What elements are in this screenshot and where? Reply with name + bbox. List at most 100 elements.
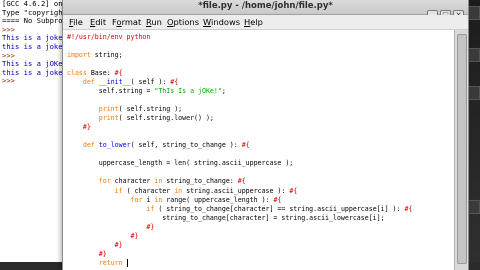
code-token: return [98, 258, 123, 267]
code-token: self.string = [67, 87, 155, 96]
code-token: #{ [241, 141, 250, 150]
menu-run-label: un [151, 17, 162, 27]
code-token: #} [82, 123, 91, 132]
shell-output: [GCC 4.6.2] on Type "copyrigh ==== No Subp… [2, 0, 67, 86]
menu-format-label: rmat [121, 17, 142, 27]
code-token: uppercase_length = len( string.ascii_upp… [67, 159, 294, 168]
menu-file[interactable]: File [69, 17, 83, 27]
code-token: import [67, 51, 91, 60]
shell-line: >>> [2, 76, 20, 86]
menu-format[interactable]: Format [112, 17, 141, 27]
code-token: i [142, 195, 155, 204]
code-token: __init__ [98, 78, 131, 87]
code-token: #!/usr/bin/env python [67, 33, 151, 41]
code-line: import string; [67, 51, 123, 60]
code-line: uppercase_length = len( string.ascii_upp… [67, 159, 294, 168]
menu-windows-label: indows [211, 17, 241, 27]
code-token: class [67, 69, 87, 78]
code-line: #} [67, 123, 91, 132]
menu-windows[interactable]: Windows [203, 17, 240, 27]
code-token: string_to_change[character] = string.asc… [67, 213, 385, 222]
code-line: def __init__( self ): #{ [67, 78, 178, 87]
code-line: print( self.string.lower() ); [67, 114, 214, 123]
code-token: def [82, 141, 95, 150]
code-token: #{ [289, 186, 298, 195]
code-token: #{ [114, 69, 123, 78]
menu-file-label: ile [73, 17, 83, 27]
scrollbar-thumb[interactable] [457, 34, 467, 264]
menu-run[interactable]: Run [146, 17, 162, 27]
code-token: character [110, 177, 155, 186]
code-token: #{ [273, 195, 282, 204]
code-token: ( self.string ); [118, 105, 183, 114]
code-token: print [98, 114, 119, 123]
code-token: in [174, 186, 183, 195]
code-token: for [98, 177, 111, 186]
code-token: range( uppercase_length ): [162, 195, 274, 204]
code-token: #{ [404, 204, 413, 213]
idle-editor-window[interactable]: *file.py - /home/john/file.py* –□✕ File … [62, 0, 469, 270]
code-token: ( character [122, 186, 175, 195]
menu-bar: File Edit Format Run Options Windows Hel… [63, 15, 468, 30]
code-line: #} [67, 250, 107, 259]
menu-help[interactable]: Help [244, 17, 263, 27]
code-token: string.ascii_uppercase ): [182, 186, 290, 195]
menu-edit-label: dit [95, 17, 107, 27]
code-token: for [130, 195, 143, 204]
vertical-scrollbar[interactable] [454, 30, 468, 270]
code-line: string_to_change[character] = string.asc… [67, 213, 385, 223]
code-line: #} [67, 223, 154, 232]
code-token: "ThIs Is a jOKe!" [154, 87, 222, 96]
text-caret [126, 258, 128, 267]
code-token: ; [221, 87, 226, 96]
code-token: #} [114, 240, 123, 249]
code-token: #{ [237, 177, 246, 186]
menu-edit[interactable]: Edit [90, 17, 106, 27]
code-line: self.string = "ThIs Is a jOKe!"; [67, 87, 226, 96]
window-title: *file.py - /home/john/file.py* [198, 1, 333, 11]
code-line: for character in string_to_change: #{ [67, 177, 246, 186]
code-token: ( self ): [130, 78, 171, 87]
code-token: def [82, 78, 95, 87]
code-token: string; [90, 51, 123, 60]
code-token: string_to_change: [162, 177, 238, 186]
code-token: ( string_to_change[character] == string.… [154, 204, 405, 213]
menu-windows-accel: W [203, 17, 212, 27]
code-token: ( self, string_to_change ): [130, 141, 242, 150]
code-editor-area[interactable]: #!/usr/bin/env python import string; class… [67, 33, 452, 268]
menu-options[interactable]: Options [167, 17, 199, 27]
code-token: if [114, 186, 123, 195]
code-line: print( self.string ); [67, 105, 182, 114]
code-token: ( self.string.lower() ); [118, 114, 214, 123]
window-titlebar[interactable]: *file.py - /home/john/file.py* –□✕ [63, 0, 468, 21]
code-token: #} [130, 231, 139, 240]
menu-options-label: ptions [173, 17, 200, 27]
code-line: #!/usr/bin/env python [67, 33, 150, 42]
code-line: for i in range( uppercase_length ): #{ [67, 195, 282, 205]
code-line: def to_lower( self, string_to_change ): … [67, 141, 250, 150]
code-line: class Base: #{ [67, 69, 123, 78]
code-line: if ( character in string.ascii_uppercase… [67, 186, 298, 196]
code-line: #} [67, 241, 123, 250]
menu-help-label: elp [250, 17, 263, 27]
code-line: if ( string_to_change[character] == stri… [67, 205, 412, 214]
code-token: to_lower [98, 141, 131, 150]
code-token: #} [146, 222, 155, 231]
code-token: print [98, 105, 119, 114]
code-token: Base: [86, 69, 115, 78]
code-token: #{ [170, 78, 179, 87]
code-line: #} [67, 231, 139, 241]
